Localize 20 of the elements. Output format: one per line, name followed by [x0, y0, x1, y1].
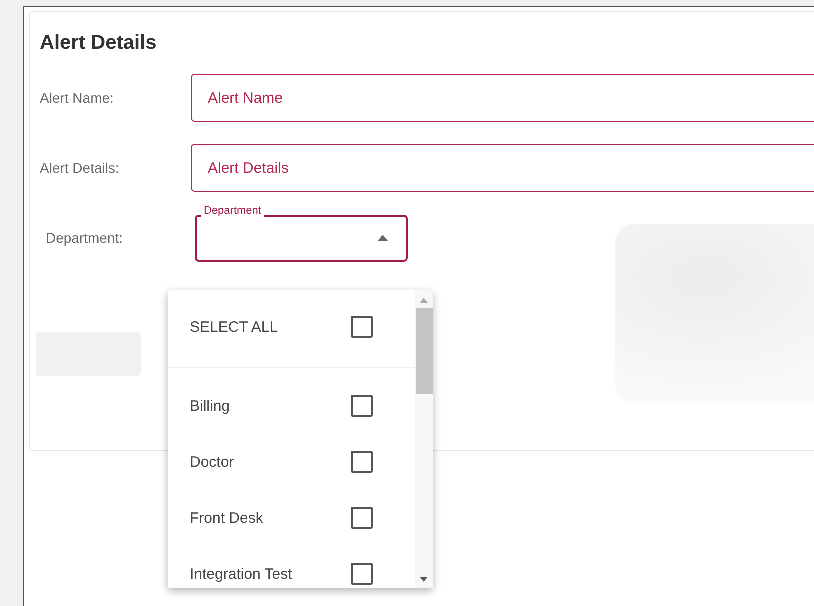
option-item[interactable]: Billing [190, 378, 415, 434]
caret-icon [378, 234, 388, 240]
input-field[interactable]: Alert Details [191, 144, 814, 192]
input-field[interactable]: Alert Name [191, 74, 814, 122]
checkbox[interactable] [351, 507, 373, 529]
scroll-down-icon[interactable] [420, 577, 428, 582]
section-title: Alert Details [40, 32, 158, 55]
checkbox[interactable] [351, 451, 373, 473]
checkbox[interactable] [351, 316, 373, 338]
field-label: Alert Details: [40, 160, 120, 176]
field-label: Department: [45, 230, 124, 246]
scrollbar[interactable] [415, 290, 433, 588]
field-label: Alert Name: [40, 90, 115, 106]
option-item[interactable]: Doctor [190, 434, 415, 490]
checkbox[interactable] [351, 563, 373, 585]
option-item[interactable]: SELECT ALL [190, 290, 415, 364]
checkbox[interactable] [351, 395, 373, 417]
option-item[interactable]: Front Desk [190, 490, 415, 546]
floating-label: Department [201, 204, 264, 218]
option-item[interactable]: Integration Test [190, 546, 415, 602]
